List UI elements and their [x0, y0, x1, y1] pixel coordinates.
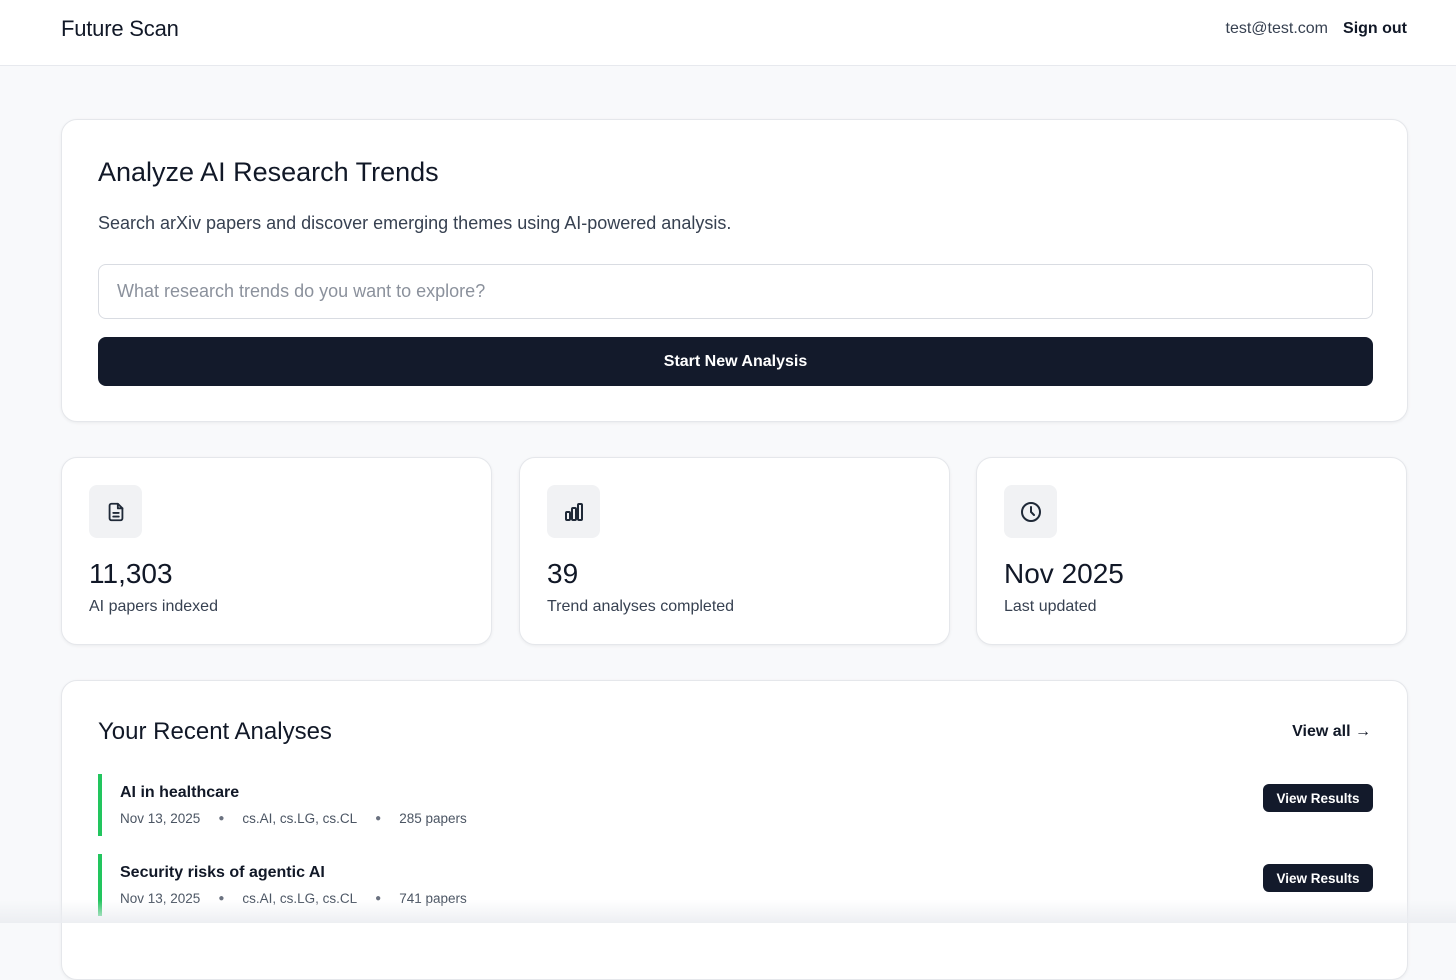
separator-dot: ●	[218, 813, 225, 824]
analysis-row[interactable]: Security risks of agentic AI Nov 13, 202…	[98, 854, 1373, 916]
user-email: test@test.com	[1225, 20, 1329, 37]
stat-card-papers: 11,303 AI papers indexed	[61, 457, 492, 645]
stat-card-updated: Nov 2025 Last updated	[976, 457, 1407, 645]
analyze-title: Analyze AI Research Trends	[98, 157, 439, 187]
stat-label: Last updated	[1004, 598, 1097, 615]
analysis-row[interactable]: AI in healthcare Nov 13, 2025 ● cs.AI, c…	[98, 774, 1373, 836]
analysis-title[interactable]: AI in healthcare	[120, 784, 239, 802]
research-query-input[interactable]	[98, 264, 1373, 319]
top-navbar: Future Scan test@test.com Sign out	[0, 0, 1456, 66]
analysis-paper-count: 741 papers	[399, 891, 467, 906]
analysis-paper-count: 285 papers	[399, 811, 467, 826]
view-results-button[interactable]: View Results	[1263, 784, 1373, 812]
clock-icon	[1004, 485, 1057, 538]
recent-analyses-card: Your Recent Analyses View all → AI in he…	[61, 680, 1408, 980]
analysis-date: Nov 13, 2025	[120, 891, 201, 906]
analysis-meta: Nov 13, 2025 ● cs.AI, cs.LG, cs.CL ● 741…	[120, 891, 467, 906]
brand-logo-text[interactable]: Future Scan	[61, 16, 179, 42]
analysis-categories: cs.AI, cs.LG, cs.CL	[242, 811, 358, 826]
view-all-link[interactable]: View all →	[1292, 723, 1371, 741]
separator-dot: ●	[375, 893, 382, 904]
analysis-date: Nov 13, 2025	[120, 811, 201, 826]
separator-dot: ●	[375, 813, 382, 824]
analysis-meta: Nov 13, 2025 ● cs.AI, cs.LG, cs.CL ● 285…	[120, 811, 467, 826]
analysis-title[interactable]: Security risks of agentic AI	[120, 864, 325, 882]
start-new-analysis-button[interactable]: Start New Analysis	[98, 337, 1373, 386]
recent-analyses-title: Your Recent Analyses	[98, 718, 332, 745]
stat-value: 11,303	[89, 558, 173, 589]
separator-dot: ●	[218, 893, 225, 904]
stat-label: AI papers indexed	[89, 598, 218, 615]
view-results-button[interactable]: View Results	[1263, 864, 1373, 892]
sign-out-link[interactable]: Sign out	[1343, 20, 1407, 38]
stat-card-analyses: 39 Trend analyses completed	[519, 457, 950, 645]
stat-label: Trend analyses completed	[547, 598, 735, 615]
analyze-card: Analyze AI Research Trends Search arXiv …	[61, 119, 1408, 422]
analyze-subtitle: Search arXiv papers and discover emergin…	[98, 213, 732, 233]
analysis-categories: cs.AI, cs.LG, cs.CL	[242, 891, 358, 906]
stat-value: 39	[547, 558, 579, 589]
bar-chart-icon	[547, 485, 600, 538]
document-icon	[89, 485, 142, 538]
stat-value: Nov 2025	[1004, 558, 1124, 589]
